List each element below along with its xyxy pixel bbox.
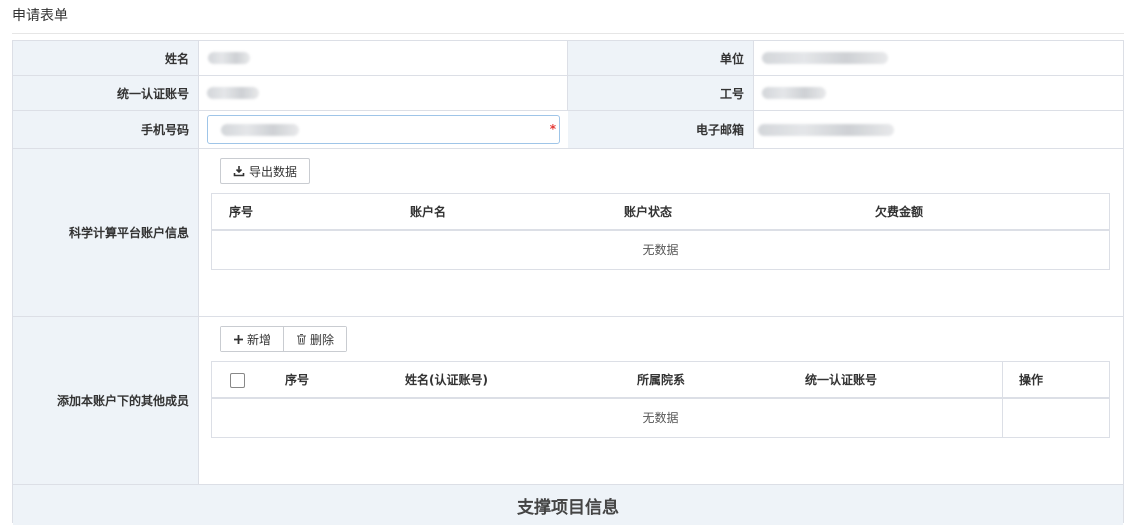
col-member-uid: 统一认证账号 [805, 373, 878, 387]
redacted-unit [762, 52, 888, 64]
members-section-label: 添加本账户下的其他成员 [13, 317, 199, 484]
trash-icon [297, 334, 307, 345]
redacted-name [208, 52, 250, 64]
email-value [754, 111, 1123, 148]
project-section-title: 支撑项目信息 [13, 484, 1123, 525]
col-member-name: 姓名(认证账号) [405, 373, 488, 387]
redacted-email [758, 124, 894, 136]
redacted-job-no [762, 87, 826, 99]
col-member-index: 序号 [285, 373, 310, 387]
download-icon [233, 166, 245, 177]
members-table: 序号 姓名(认证账号) 所属院系 统一认证账号 操作 无数据 [211, 361, 1110, 438]
unit-label: 单位 [568, 41, 754, 75]
members-table-header: 序号 姓名(认证账号) 所属院系 统一认证账号 操作 [212, 362, 1109, 399]
required-mark: * [549, 122, 556, 136]
uid-value [199, 76, 568, 110]
add-member-button[interactable]: 新增 [221, 327, 284, 351]
name-label: 姓名 [13, 41, 199, 75]
accounts-table: 序号 账户名 账户状态 欠费金额 无数据 [211, 193, 1110, 270]
application-form: 姓名 单位 统一认证账号 工号 手机号码 * 电子邮箱 科学计算平台账户信息 导… [12, 40, 1124, 525]
email-label: 电子邮箱 [568, 111, 754, 148]
row-members: 添加本账户下的其他成员 新增 删除 序号 姓名(认证账号) 所属院系 统一认证账… [13, 317, 1123, 484]
job-no-value [754, 76, 1123, 110]
col-index: 序号 [229, 205, 254, 219]
col-account-status: 账户状态 [624, 205, 673, 219]
col-arrears: 欠费金额 [875, 205, 924, 219]
unit-value [754, 41, 1123, 75]
members-empty-state: 无数据 [642, 411, 679, 425]
delete-member-button[interactable]: 删除 [283, 327, 347, 351]
uid-label: 统一认证账号 [13, 76, 199, 110]
accounts-table-header: 序号 账户名 账户状态 欠费金额 [212, 194, 1109, 231]
export-button[interactable]: 导出数据 [220, 158, 311, 184]
job-no-label: 工号 [568, 76, 754, 110]
row-accounts: 科学计算平台账户信息 导出数据 序号 账户名 账户状态 欠费金额 无数据 [13, 149, 1123, 317]
accounts-empty-state: 无数据 [642, 243, 679, 257]
col-account-name: 账户名 [410, 205, 447, 219]
col-department: 所属院系 [637, 373, 686, 387]
redacted-phone [221, 124, 299, 136]
add-member-label: 新增 [247, 332, 272, 347]
export-button-label: 导出数据 [249, 164, 298, 179]
title-divider [12, 33, 1124, 34]
row-name-unit: 姓名 单位 [13, 41, 1123, 76]
row-uid-jobno: 统一认证账号 工号 [13, 76, 1123, 111]
page-title: 申请表单 [12, 8, 68, 24]
phone-label: 手机号码 [13, 111, 199, 148]
plus-icon [234, 334, 243, 344]
select-all-checkbox[interactable] [230, 373, 245, 388]
col-actions: 操作 [1019, 373, 1044, 387]
row-phone-email: 手机号码 * 电子邮箱 [13, 111, 1123, 149]
phone-input[interactable]: * [207, 115, 560, 144]
delete-member-label: 删除 [310, 332, 335, 347]
accounts-section-label: 科学计算平台账户信息 [13, 149, 199, 316]
name-value [199, 41, 568, 75]
redacted-uid [207, 87, 259, 99]
members-toolbar: 新增 删除 [220, 326, 348, 352]
